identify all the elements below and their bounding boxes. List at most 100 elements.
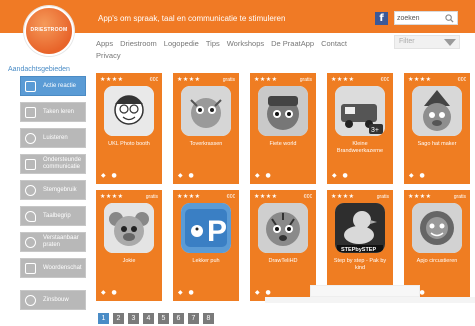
- platform-icons: ◆ ●: [255, 172, 273, 179]
- sidebar-item-label: Stemgebruik: [43, 187, 77, 193]
- nav-item-tips[interactable]: Tips: [206, 38, 220, 50]
- app-card-lekker-puh[interactable]: ★★★★ €€€ P Lekker puh ◆ ●: [173, 190, 239, 301]
- nav-item-contact[interactable]: Contact: [321, 38, 347, 50]
- price-badge: gratis: [222, 77, 235, 83]
- sidebar-item-taalbegrip[interactable]: Taalbegrip: [20, 206, 86, 226]
- main-nav: Apps Driestroom Logopedie Tips Workshops De P…: [96, 38, 386, 62]
- background-decoration: [265, 297, 475, 303]
- app-title: Jokie: [122, 258, 136, 264]
- app-card-jokie[interactable]: ★★★★ gratis Jokie ◆ ●: [96, 190, 162, 301]
- sidebar-item-label: Zinsbouw: [43, 297, 69, 303]
- price-badge: €€€: [149, 77, 158, 83]
- page-button[interactable]: 6: [173, 313, 184, 324]
- page-button[interactable]: 5: [158, 313, 169, 324]
- search-input[interactable]: [397, 13, 443, 24]
- sidebar-item-zinsbouw[interactable]: Zinsbouw: [20, 290, 86, 310]
- app-title: Apjo circustieren: [416, 258, 458, 264]
- platform-icons: ◆ ●: [178, 172, 196, 179]
- app-title: Sago hat maker: [417, 141, 457, 147]
- tagline: App's om spraak, taal en communicatie te…: [98, 14, 286, 23]
- sidebar-item-taken-leren[interactable]: Taken leren: [20, 102, 86, 122]
- jokie-image: [104, 203, 154, 253]
- page: App's om spraak, taal en communicatie te…: [0, 0, 475, 326]
- voice-icon: [25, 185, 36, 196]
- sidebar-item-label: Taalbegrip: [43, 213, 71, 219]
- app-card-ukl-photo-booth[interactable]: ★★★★ €€€ UKL Photo booth ◆ ●: [96, 73, 162, 184]
- app-card-sago-hat-maker[interactable]: ★★★★ €€€ Sago hat maker ◆ ●: [404, 73, 470, 184]
- lekker-puh-image: P: [181, 203, 231, 253]
- fire-truck-image: 3+: [335, 86, 385, 136]
- chevron-down-icon: [444, 39, 456, 46]
- app-thumbnail[interactable]: P: [181, 203, 231, 253]
- logo[interactable]: DRIESTROOM: [24, 6, 74, 56]
- sidebar-item-stemgebruik[interactable]: Stemgebruik: [20, 180, 86, 200]
- photo-booth-image: [104, 86, 154, 136]
- sidebar-item-label: Taken leren: [43, 109, 75, 115]
- platform-icons: ◆ ●: [255, 289, 273, 296]
- background-decoration: [310, 285, 420, 297]
- page-button[interactable]: 3: [128, 313, 139, 324]
- tiger-image: [258, 203, 308, 253]
- page-button[interactable]: 4: [143, 313, 154, 324]
- nav-item-praatapp[interactable]: De PraatApp: [271, 38, 314, 50]
- search-icon[interactable]: [445, 14, 454, 23]
- sidebar-item-verstaanbaar-praten[interactable]: Verstaanbaar praten: [20, 232, 86, 252]
- nav-item-privacy[interactable]: Privacy: [96, 50, 121, 62]
- app-title: UKL Photo booth: [108, 141, 150, 147]
- logo-text: DRIESTROOM: [30, 27, 68, 33]
- filter-select[interactable]: Filter: [394, 35, 460, 49]
- app-thumbnail[interactable]: [412, 86, 462, 136]
- sidebar-item-ondersteunde-communicatie[interactable]: Ondersteunde communicatie: [20, 154, 86, 174]
- app-thumbnail[interactable]: 3+: [335, 86, 385, 136]
- rating-stars: ★★★★: [408, 193, 432, 200]
- facebook-icon[interactable]: f: [375, 12, 388, 25]
- app-thumbnail[interactable]: [258, 203, 308, 253]
- nav-item-logopedie[interactable]: Logopedie: [164, 38, 199, 50]
- nav-item-apps[interactable]: Apps: [96, 38, 113, 50]
- app-thumbnail[interactable]: [412, 203, 462, 253]
- platform-icons: ◆ ●: [332, 172, 350, 179]
- app-thumbnail[interactable]: [104, 203, 154, 253]
- search-box[interactable]: [394, 11, 458, 25]
- platform-icons: ◆ ●: [409, 172, 427, 179]
- app-thumbnail[interactable]: [104, 86, 154, 136]
- toverkrassen-image: [181, 86, 231, 136]
- app-title: Fiete world: [269, 141, 297, 147]
- app-title: DrawTeliHD: [268, 258, 298, 264]
- app-card-kleine-brandweerkazerne[interactable]: ★★★★ €€€ 3+ Kleine Brandweerkazerne ◆ ●: [327, 73, 393, 184]
- app-thumbnail[interactable]: STEPbySTEP: [335, 203, 385, 253]
- page-button[interactable]: 7: [188, 313, 199, 324]
- sidebar-title: Aandachtsgebieden: [8, 66, 70, 73]
- page-button[interactable]: 2: [113, 313, 124, 324]
- page-button[interactable]: 1: [98, 313, 109, 324]
- app-thumbnail[interactable]: [181, 86, 231, 136]
- price-badge: €€€: [303, 194, 312, 200]
- sidebar-item-label: Ondersteunde communicatie: [43, 157, 82, 170]
- filter-label: Filter: [399, 38, 415, 45]
- nav-item-workshops[interactable]: Workshops: [227, 38, 264, 50]
- sidebar-item-luisteren[interactable]: Luisteren: [20, 128, 86, 148]
- price-badge: gratis: [145, 194, 158, 200]
- rating-stars: ★★★★: [408, 76, 432, 83]
- price-badge: €€€: [457, 77, 466, 83]
- task-icon: [25, 107, 36, 118]
- platform-icons: ◆ ●: [101, 172, 119, 179]
- nav-item-driestroom[interactable]: Driestroom: [120, 38, 157, 50]
- tablet-icon: [25, 159, 36, 170]
- list-icon: [25, 263, 36, 274]
- speech-icon: [25, 237, 36, 248]
- rating-stars: ★★★★: [331, 76, 355, 83]
- sidebar-item-actie-reactie[interactable]: Actie reactie: [20, 76, 86, 96]
- page-button[interactable]: 8: [203, 313, 214, 324]
- app-card-drawtelihd[interactable]: ★★★★ €€€ DrawTeliHD ◆ ●: [250, 190, 316, 301]
- app-card-fiete-world[interactable]: ★★★★ gratis Fiete world ◆ ●: [250, 73, 316, 184]
- svg-text:STEPbySTEP: STEPbySTEP: [341, 247, 376, 253]
- touch-icon: [25, 81, 36, 92]
- platform-icons: ◆ ●: [101, 289, 119, 296]
- rating-stars: ★★★★: [177, 193, 201, 200]
- ear-icon: [25, 133, 36, 144]
- app-card-toverkrassen[interactable]: ★★★★ gratis Toverkrassen ◆ ●: [173, 73, 239, 184]
- sidebar-item-woordenschat[interactable]: Woordenschat: [20, 258, 86, 278]
- sidebar-item-label: Luisteren: [43, 135, 68, 141]
- app-thumbnail[interactable]: [258, 86, 308, 136]
